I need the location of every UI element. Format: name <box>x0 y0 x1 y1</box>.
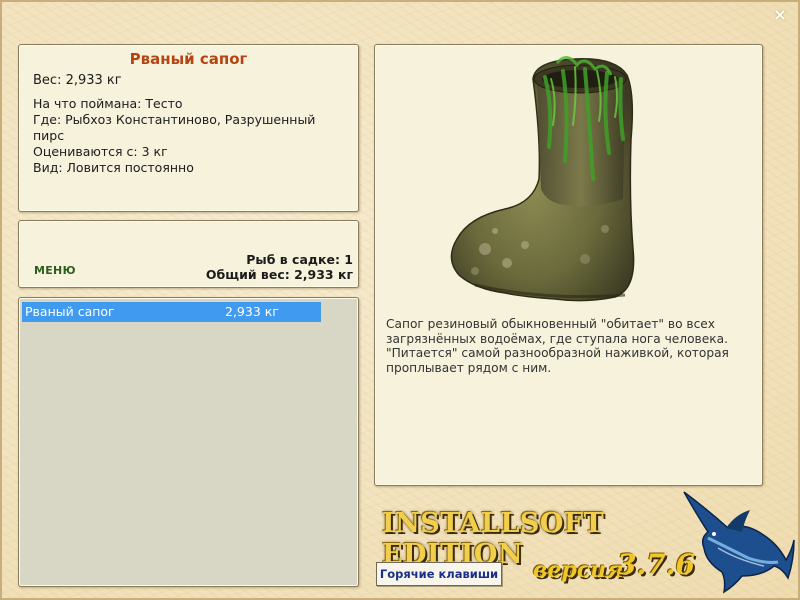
hotkeys-button[interactable]: Горячие клавиши <box>376 562 502 586</box>
fish-image-panel: Сапог резиновый обыкновенный "обитает" в… <box>374 44 763 486</box>
cage-stats: Рыб в садке: 1 Общий вес: 2,933 кг <box>205 252 353 282</box>
list-item-name: Рваный сапог <box>25 304 115 319</box>
rubber-boot-image <box>435 49 695 307</box>
menu-panel: МЕНЮ Рыб в садке: 1 Общий вес: 2,933 кг <box>18 220 359 288</box>
catch-list-panel: Рваный сапог 2,933 кг <box>18 297 359 587</box>
fish-info-panel: Рваный сапог Вес: 2,933 кг На что пойман… <box>18 44 359 212</box>
close-icon[interactable]: × <box>771 6 789 24</box>
fish-weight: Вес: 2,933 кг <box>33 73 122 88</box>
fish-details: На что поймана: Тесто Где: Рыбхоз Конста… <box>33 96 348 176</box>
fish-name: Рваный сапог <box>129 50 248 68</box>
list-item[interactable]: Рваный сапог 2,933 кг <box>22 302 321 322</box>
fish-description: Сапог резиновый обыкновенный "обитает" в… <box>386 317 729 375</box>
location-text: Где: Рыбхоз Константиново, Разрушенный п… <box>33 112 316 143</box>
version-label: версия <box>533 557 624 583</box>
caught-on-text: На что поймана: Тесто <box>33 96 183 111</box>
valued-from-text: Оцениваются с: 3 кг <box>33 144 168 159</box>
fish-count: Рыб в садке: 1 <box>246 252 353 267</box>
list-item-weight: 2,933 кг <box>225 304 279 319</box>
marlin-fish-icon <box>678 488 796 596</box>
menu-button[interactable]: МЕНЮ <box>34 264 76 277</box>
total-weight: Общий вес: 2,933 кг <box>205 266 353 282</box>
kind-text: Вид: Ловится постоянно <box>33 160 194 175</box>
